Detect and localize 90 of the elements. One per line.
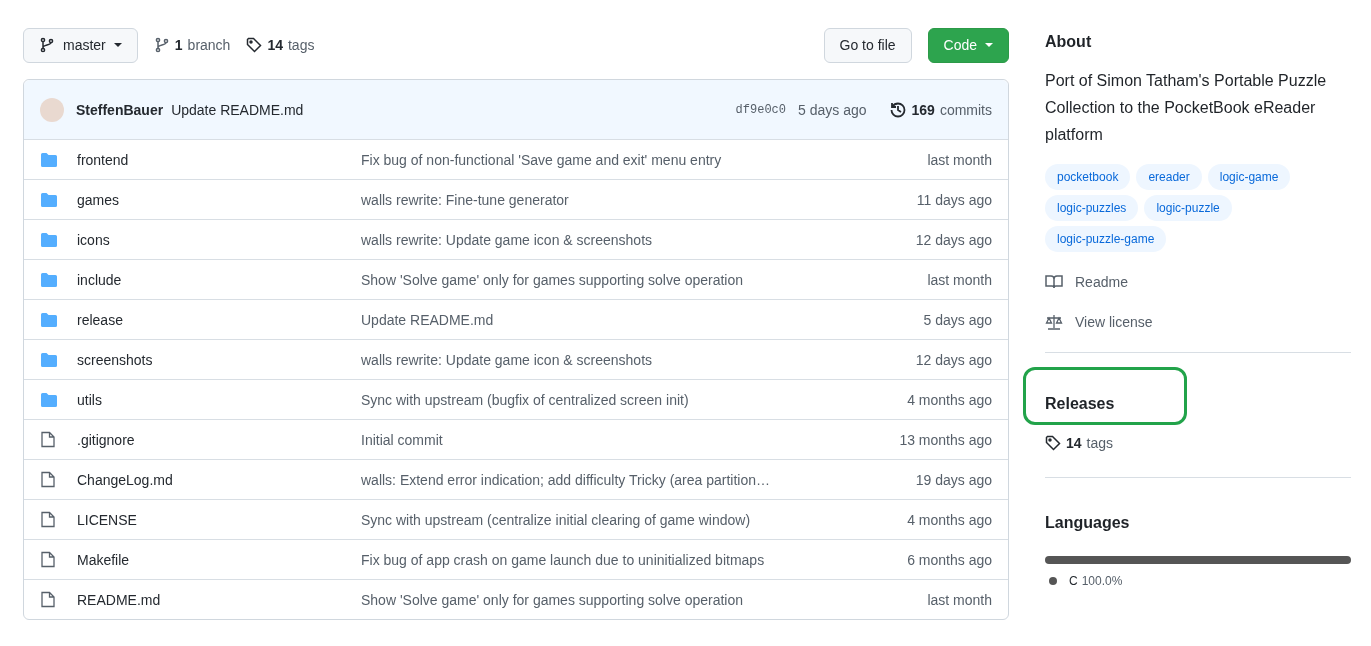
file-time: 4 months ago [907, 391, 992, 408]
file-commit-message[interactable]: walls rewrite: Update game icon & screenshots [361, 351, 900, 368]
file-name[interactable]: include [77, 271, 345, 288]
file-time: 11 days ago [916, 191, 992, 208]
tag-icon [246, 37, 263, 53]
file-icon [41, 431, 55, 448]
file-time: 13 months ago [899, 431, 992, 448]
file-name[interactable]: Makefile [77, 551, 345, 568]
about-heading: About [1045, 32, 1093, 52]
file-commit-message[interactable]: Show 'Solve game' only for games supporting solve operation [361, 271, 912, 288]
file-time: last month [927, 591, 992, 608]
topic-tag[interactable]: logic-puzzles [1045, 195, 1139, 221]
file-name[interactable]: LICENSE [77, 511, 345, 528]
tags-label: tags [288, 37, 315, 53]
folder-icon [41, 352, 57, 367]
tags-link[interactable]: 14 tags [246, 37, 315, 53]
file-commit-message[interactable]: Fix bug of non-functional 'Save game and exit' menu entry [361, 151, 912, 168]
file-name[interactable]: screenshots [77, 351, 345, 368]
folder-icon [41, 272, 57, 287]
file-icon [41, 551, 55, 568]
topic-tag[interactable]: logic-game [1207, 164, 1291, 190]
book-icon [1045, 274, 1063, 290]
file-commit-message[interactable]: Update README.md [361, 311, 908, 328]
sidebar-link[interactable]: Readme [1045, 272, 1351, 292]
language-percent: 100.0% [1081, 574, 1123, 588]
file-commit-message[interactable]: walls: Extend error indication; add difficulty Tricky (area partition… [361, 471, 900, 488]
sidebar-link[interactable]: View license [1045, 312, 1351, 332]
file-icon [41, 471, 55, 488]
file-name[interactable]: frontend [77, 151, 345, 168]
file-time: last month [927, 151, 992, 168]
topic-tag[interactable]: logic-puzzle [1144, 195, 1232, 221]
commit-time: 5 days ago [798, 101, 867, 118]
file-time: last month [927, 271, 992, 288]
commits-link[interactable]: 169 commits [888, 100, 992, 119]
tag-icon [1045, 435, 1061, 451]
commit-message[interactable]: Update README.md [171, 101, 304, 118]
tag-count: 14 [267, 37, 283, 53]
branch-count: 1 [174, 37, 183, 53]
file-commit-message[interactable]: Show 'Solve game' only for games supporting solve operation [361, 591, 912, 608]
file-name[interactable]: games [77, 191, 345, 208]
releases-heading: Releases [1045, 394, 1116, 414]
commits-label: commits [939, 101, 992, 118]
file-commit-message[interactable]: Sync with upstream (centralize initial clearing of game window) [361, 511, 892, 528]
folder-icon [41, 152, 57, 167]
file-icon [41, 511, 55, 528]
tags-label: tags [1086, 435, 1114, 451]
caret-icon [985, 43, 993, 47]
file-time: 4 months ago [907, 511, 992, 528]
folder-icon [41, 312, 57, 327]
topic-tag[interactable]: ereader [1136, 164, 1202, 190]
file-commit-message[interactable]: Initial commit [361, 431, 884, 448]
topic-tag[interactable]: logic-puzzle-game [1045, 226, 1167, 252]
file-name[interactable]: .gitignore [77, 431, 345, 448]
branch-icon [39, 37, 55, 53]
file-commit-message[interactable]: Fix bug of app crash on game launch due to uninitialized bitmaps [361, 551, 892, 568]
file-time: 12 days ago [915, 231, 992, 248]
branch-icon [153, 37, 170, 53]
file-icon [41, 591, 55, 608]
caret-icon [113, 43, 122, 47]
commit-author[interactable]: SteffenBauer [76, 101, 164, 118]
file-time: 6 months ago [907, 551, 992, 568]
folder-icon [41, 192, 57, 207]
go-to-file-button[interactable]: Go to file [823, 27, 912, 63]
commits-count: 169 [911, 101, 935, 118]
file-name[interactable]: icons [77, 231, 345, 248]
file-time: 19 days ago [915, 471, 992, 488]
release-tags-link[interactable]: 14 tags [1045, 435, 1351, 451]
file-name[interactable]: utils [77, 391, 345, 408]
folder-icon [41, 392, 57, 407]
file-commit-message[interactable]: Sync with upstream (bugfix of centralized screen init) [361, 391, 892, 408]
file-name[interactable]: release [77, 311, 345, 328]
languages-heading: Languages [1045, 513, 1131, 533]
branch-select[interactable]: master [23, 27, 138, 63]
tag-count: 14 [1066, 435, 1082, 451]
file-commit-message[interactable]: walls rewrite: Fine-tune generator [361, 191, 901, 208]
language-name: C [1069, 574, 1078, 588]
history-icon [888, 100, 907, 119]
repo-description: Port of Simon Tatham's Portable Puzzle Collection to the PocketBook eReader platform [1045, 71, 1328, 145]
file-name[interactable]: ChangeLog.md [77, 471, 345, 488]
folder-icon [41, 232, 57, 247]
branches-label: branch [187, 37, 231, 53]
file-commit-message[interactable]: walls rewrite: Update game icon & screenshots [361, 231, 900, 248]
topic-tag[interactable]: pocketbook [1045, 164, 1131, 190]
scale-icon [1045, 314, 1063, 330]
file-time: 5 days ago [923, 311, 992, 328]
file-time: 12 days ago [915, 351, 992, 368]
file-name[interactable]: README.md [77, 591, 345, 608]
avatar [40, 97, 64, 122]
commit-sha[interactable]: df9e0c0 [735, 102, 786, 117]
branches-link[interactable]: 1 branch [153, 37, 231, 53]
